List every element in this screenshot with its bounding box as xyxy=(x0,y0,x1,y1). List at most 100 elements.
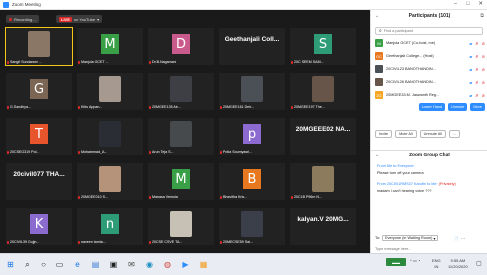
participant-search[interactable]: ⌕ xyxy=(375,27,483,35)
video-tile[interactable]: n naveen tamta... xyxy=(77,208,143,245)
browser-icon[interactable]: ◉ xyxy=(144,259,155,270)
tile-name-label: Arun Teja S... xyxy=(152,150,174,154)
mail-icon[interactable]: ✉ xyxy=(126,259,137,270)
video-tile[interactable]: 20MGEEE02 NA... xyxy=(290,118,356,155)
file-icon[interactable]: 📄 xyxy=(454,236,459,241)
popout-icon[interactable]: ⧉ xyxy=(480,13,484,19)
tile-caption: Bhavitha Kris... xyxy=(220,195,247,199)
video-icon[interactable]: ▰ xyxy=(469,67,472,72)
video-tile[interactable]: T 20CSEO319 Pol... xyxy=(6,118,72,155)
video-tile[interactable]: 20CSE CSVE TA... xyxy=(148,208,214,245)
meeting-action-button[interactable]: Unmute All xyxy=(419,130,446,138)
muted-mic-icon xyxy=(149,240,151,244)
tile-name-label: naveen tamta... xyxy=(81,240,106,244)
video-off-icon[interactable]: ⊘ xyxy=(482,41,485,46)
muted-mic-icon[interactable]: ✗ xyxy=(475,93,478,98)
muted-mic-icon xyxy=(220,240,222,244)
video-tile[interactable]: D Dr.B.Nagamani xyxy=(148,28,214,65)
search-input[interactable] xyxy=(383,29,474,33)
video-tile[interactable]: 20C1B P96m N... xyxy=(290,163,356,200)
video-tile[interactable]: 20civil077 THA... xyxy=(6,163,72,200)
participant-action-button[interactable]: Unmute xyxy=(448,103,468,111)
tile-caption: Potla Soumyasri... xyxy=(220,150,252,154)
zoom-logo-icon xyxy=(3,1,9,8)
explorer-icon[interactable]: ▤ xyxy=(90,259,101,270)
video-tile[interactable]: Kittu Appan... xyxy=(77,73,143,110)
video-icon[interactable]: ▰ xyxy=(469,54,472,59)
video-tile[interactable]: Geethanjali Coll... xyxy=(219,28,285,65)
video-tile[interactable]: 20MGEE010 S... xyxy=(77,163,143,200)
meeting-action-button[interactable]: Invite xyxy=(375,130,393,138)
video-off-icon[interactable]: ⊘ xyxy=(482,80,485,85)
live-stream-indicator[interactable]: LIVE on YouTube ▾ xyxy=(56,15,103,23)
participant-row[interactable]: GC Geethanjali College... (Host) ▰ ✗ ⊘ xyxy=(375,51,485,61)
maximize-icon[interactable]: □ xyxy=(466,1,469,7)
meeting-action-button[interactable]: Mute All xyxy=(395,130,417,138)
video-icon[interactable]: ▰ xyxy=(469,80,472,85)
video-tile[interactable]: G G.Sandhya... xyxy=(6,73,72,110)
muted-mic-icon[interactable]: ✗ xyxy=(475,41,478,46)
video-off-icon[interactable]: ⊘ xyxy=(482,93,485,98)
participant-row[interactable]: 20CIVIL26 BANOTHANDIN... ▰ ✗ ⊘ xyxy=(375,77,485,87)
recipient-select[interactable]: Everyone (in Waiting Room) ▾ xyxy=(382,235,439,241)
participant-avatar: T xyxy=(30,124,48,144)
chat-recipient-row: To: Everyone (in Waiting Room) ▾ 📄 ⋯ xyxy=(375,235,465,241)
video-tile[interactable]: Sangit Sundaram ... xyxy=(5,27,73,66)
video-tile[interactable]: K 20CIVIL39 Gujjn... xyxy=(6,208,72,245)
video-off-icon[interactable]: ⊘ xyxy=(482,54,485,59)
muted-mic-icon xyxy=(78,60,80,64)
edge-icon[interactable]: e xyxy=(72,259,83,270)
video-icon[interactable]: ▰ xyxy=(469,93,472,98)
more-icon[interactable]: ⋯ xyxy=(461,236,465,241)
muted-mic-icon xyxy=(291,105,293,109)
video-tile[interactable]: 20MGEE161 Deir... xyxy=(219,73,285,110)
video-tile[interactable]: S 20C SEEM SAM... xyxy=(290,28,356,65)
record-icon xyxy=(9,17,12,21)
store-icon[interactable]: ▣ xyxy=(108,259,119,270)
minimize-icon[interactable]: – xyxy=(454,1,457,7)
clock[interactable]: 9:55 AM 11/20/2020 xyxy=(448,258,468,270)
participant-name-display: 20civil077 THA... xyxy=(13,171,65,178)
language-indicator[interactable]: ENG IN xyxy=(432,258,441,270)
participant-video-feed xyxy=(170,76,192,102)
close-icon[interactable]: ✕ xyxy=(478,1,483,7)
chrome-icon[interactable]: ◍ xyxy=(162,259,173,270)
system-tray-icons[interactable]: ^ ▭ ◔ xyxy=(410,258,420,263)
muted-mic-icon[interactable]: ✗ xyxy=(475,80,478,85)
task-view-icon[interactable]: ▭ xyxy=(54,259,65,270)
muted-mic-icon[interactable]: ✗ xyxy=(475,67,478,72)
participant-row[interactable]: M Manjula GCET (Co-host, me) ▰ ✗ ⊘ xyxy=(375,38,485,48)
notifications-icon[interactable]: ▢ xyxy=(476,260,482,267)
tile-caption: 20MGEE197 The... xyxy=(291,105,325,109)
video-tile[interactable]: 20MECSE59 Sai... xyxy=(219,208,285,245)
participant-row[interactable]: 2G 20MGEE33.M. Jaswanth Reg... ▰ ✗ ⊘ xyxy=(375,90,485,100)
video-tile[interactable]: kalyan.V 20MG... xyxy=(290,208,356,245)
video-tile[interactable]: Mohammad_A... xyxy=(77,118,143,155)
participant-video-feed xyxy=(312,166,334,192)
collapse-chevron-icon[interactable]: ⌄ xyxy=(375,153,379,158)
recording-indicator[interactable]: Recording... xyxy=(6,15,39,23)
muted-mic-icon[interactable]: ✗ xyxy=(475,54,478,59)
video-tile[interactable]: B Bhavitha Kris... xyxy=(219,163,285,200)
participant-row[interactable]: 20CIVIL23 BANOTHANDIN... ▰ ✗ ⊘ xyxy=(375,64,485,74)
cortana-icon[interactable]: ○ xyxy=(38,259,49,270)
windows-start-icon[interactable]: ⊞ xyxy=(5,259,16,270)
video-tile[interactable]: 20MGEE197 The... xyxy=(290,73,356,110)
tile-caption: Manasa Vemula xyxy=(149,195,178,199)
participant-action-button[interactable]: More xyxy=(470,103,485,111)
video-tile[interactable]: M Manasa Vemula xyxy=(148,163,214,200)
active-app-indicator[interactable]: ▬▬ xyxy=(386,258,406,266)
video-icon[interactable]: ▰ xyxy=(469,41,472,46)
meeting-action-button[interactable]: ... xyxy=(448,130,461,138)
video-tile[interactable]: p Potla Soumyasri... xyxy=(219,118,285,155)
zoom-taskbar-icon[interactable]: ▶ xyxy=(180,259,191,270)
notes-icon[interactable]: ▦ xyxy=(198,259,209,270)
chat-message-input[interactable] xyxy=(375,246,483,252)
participant-action-button[interactable]: Lower Hand xyxy=(418,103,446,111)
search-icon[interactable]: ⌕ xyxy=(22,259,33,270)
video-tile[interactable]: Arun Teja S... xyxy=(148,118,214,155)
video-off-icon[interactable]: ⊘ xyxy=(482,67,485,72)
video-tile[interactable]: 20MGEE135 Ab... xyxy=(148,73,214,110)
video-tile[interactable]: M Manjula GCET ... xyxy=(77,28,143,65)
collapse-chevron-icon[interactable]: ⌄ xyxy=(375,13,379,19)
